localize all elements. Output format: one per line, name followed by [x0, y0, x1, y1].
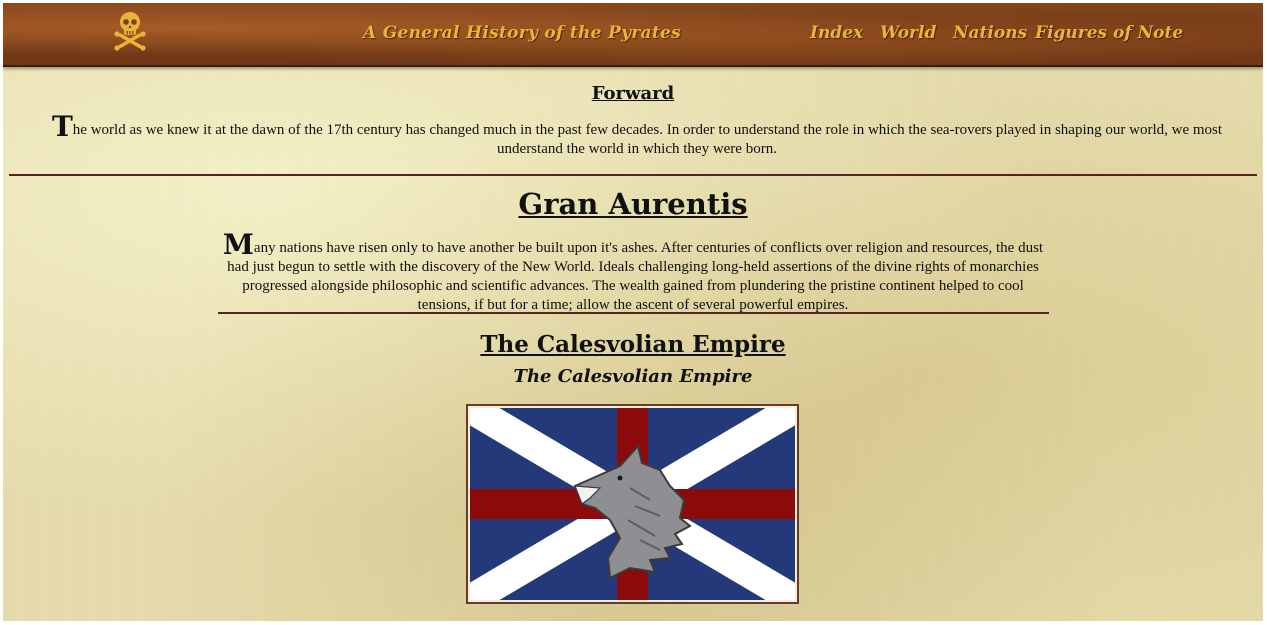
nation-subheading: The Calesvolian Empire — [513, 366, 753, 387]
gran-aurentis-dropcap: M — [222, 228, 254, 261]
nav-link-index[interactable]: Index — [810, 23, 863, 43]
gran-aurentis-text: any nations have risen only to have anot… — [227, 240, 1044, 313]
section-divider — [9, 174, 1257, 176]
nation-heading: The Calesvolian Empire — [480, 331, 786, 358]
navbar: A General History of the Pyrates Index W… — [3, 3, 1263, 67]
section-divider — [218, 312, 1049, 314]
flag-frame — [462, 395, 803, 613]
site-title[interactable]: A General History of the Pyrates — [363, 23, 681, 43]
forward-text: he world as we knew it at the dawn of th… — [72, 122, 1223, 157]
gran-aurentis-paragraph: Many nations have risen only to have ano… — [221, 231, 1045, 315]
forward-dropcap: T — [51, 110, 73, 143]
forward-heading: Forward — [591, 83, 675, 104]
calesvolian-flag — [462, 395, 803, 613]
page-frame: A General History of the Pyrates Index W… — [3, 3, 1263, 621]
gran-aurentis-heading: Gran Aurentis — [518, 187, 748, 221]
forward-paragraph: The world as we knew it at the dawn of t… — [21, 113, 1253, 159]
nav-link-figures-of-note[interactable]: Figures of Note — [1035, 23, 1183, 43]
nav-link-world[interactable]: World — [880, 23, 936, 43]
skull-crossbones-icon[interactable] — [114, 10, 146, 54]
nav-link-nations[interactable]: Nations — [953, 23, 1027, 43]
